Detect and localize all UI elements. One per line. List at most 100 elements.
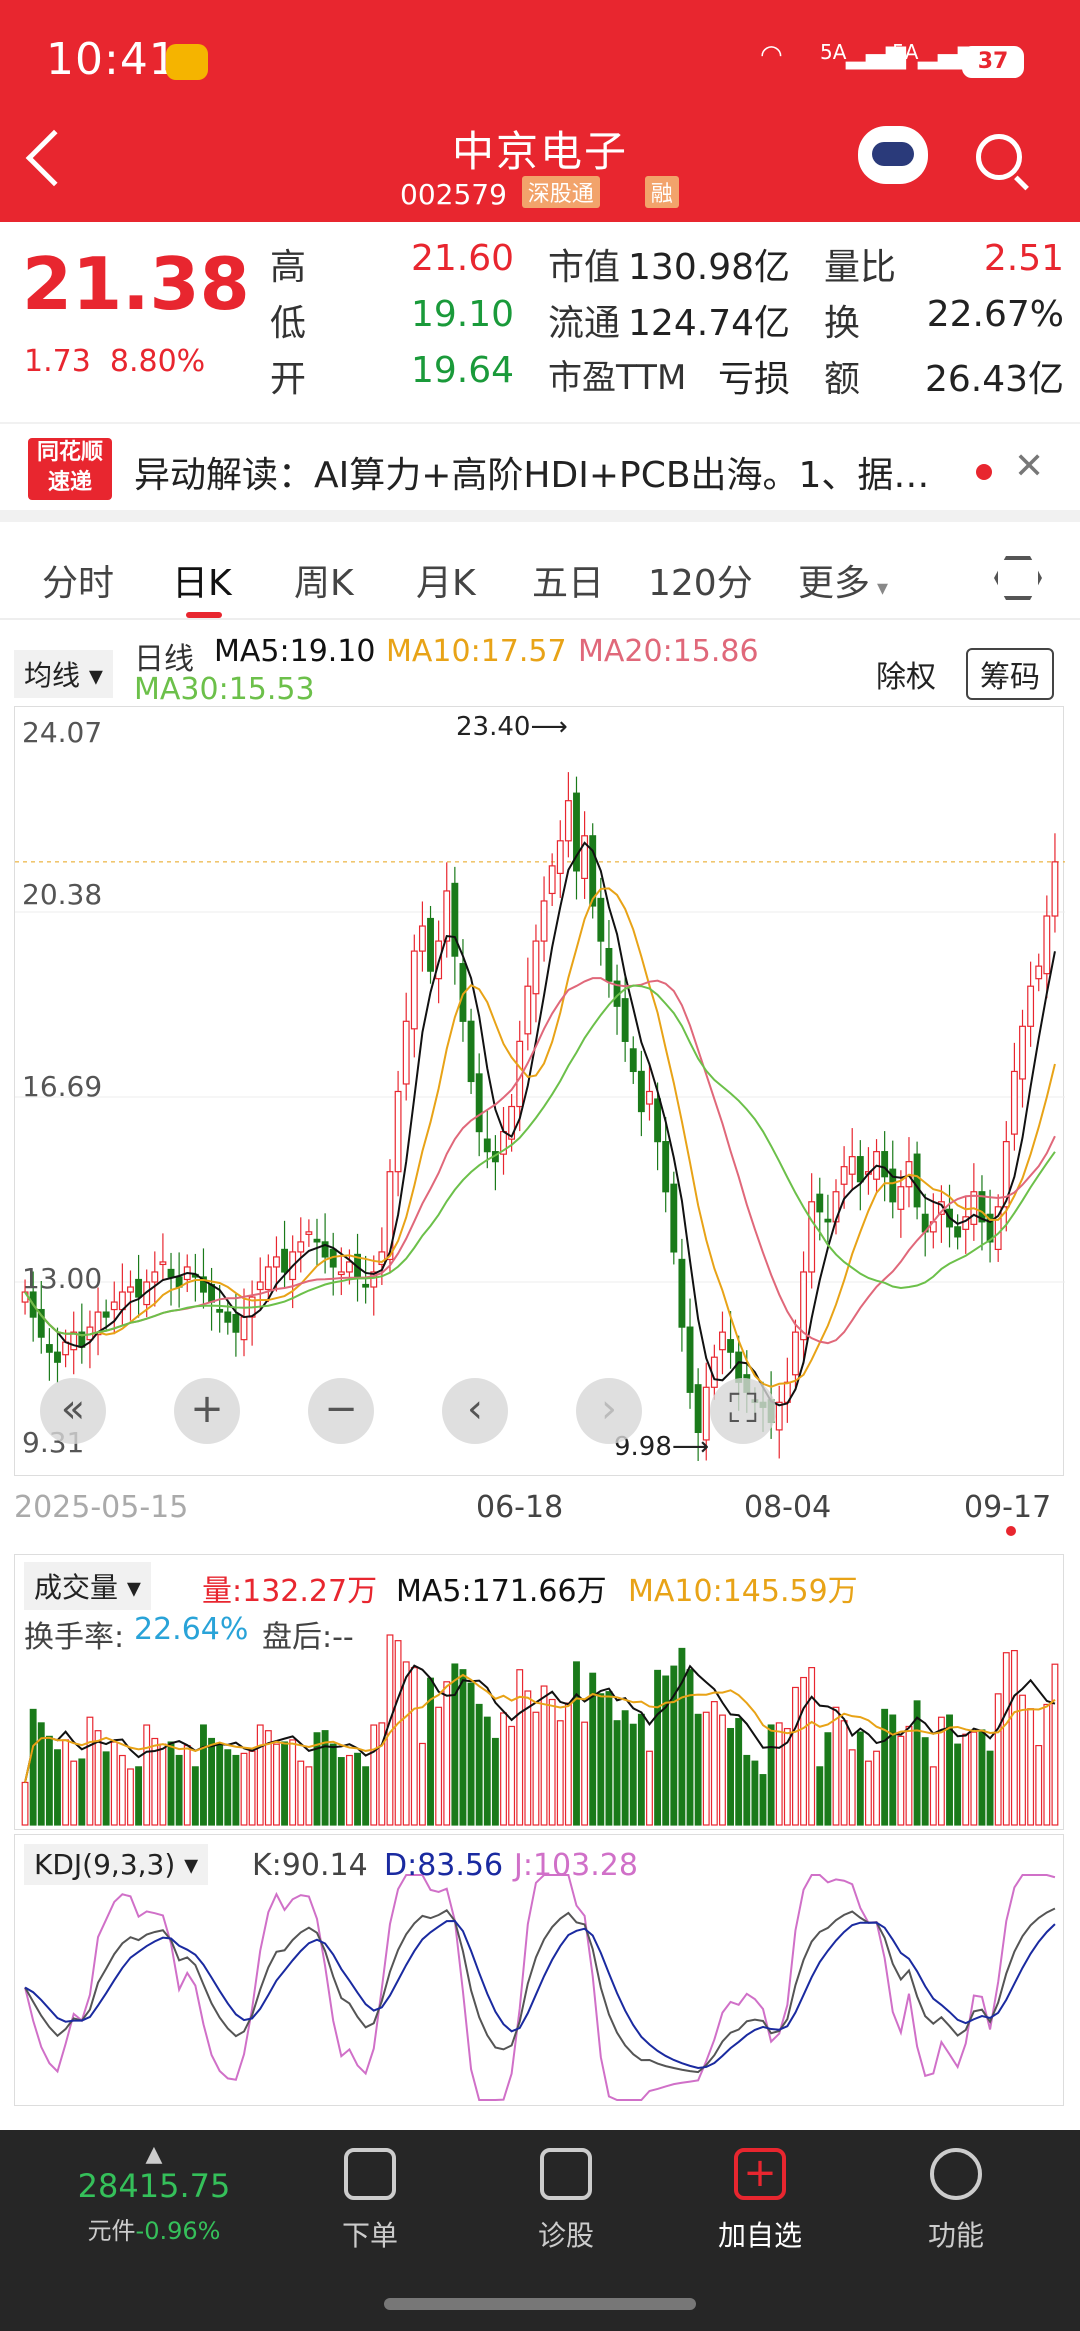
volume-bar-down — [986, 1750, 994, 1826]
volume-bar-down — [694, 1713, 702, 1826]
tab-monthly-k[interactable]: 月K — [416, 554, 476, 606]
mcap-value: 130.98亿 — [628, 247, 790, 288]
index-widget[interactable]: ▲ 28415.75 元件-0.96% — [54, 2142, 254, 2246]
volume-bar-down — [216, 1743, 224, 1826]
scroll-left-icon[interactable]: ‹ — [442, 1378, 508, 1444]
candle-down — [913, 1153, 921, 1208]
candle-up — [151, 1271, 159, 1283]
volume-bar-up — [1010, 1649, 1018, 1826]
nav-order[interactable]: 下单 — [310, 2148, 430, 2254]
candle-down — [54, 1351, 61, 1363]
volume-bar-down — [475, 1703, 483, 1826]
tag-shenzhen-connect: 深股通 — [521, 176, 600, 208]
volume-bar-up — [1035, 1744, 1043, 1826]
fullscreen-icon[interactable]: ⛶ — [710, 1378, 776, 1444]
volume-bar-down — [483, 1716, 491, 1826]
search-icon[interactable] — [976, 134, 1022, 180]
ma10-line — [24, 887, 1056, 1388]
volume-bar-down — [362, 1766, 370, 1826]
nav-diagnose[interactable]: 诊股 — [506, 2148, 626, 2254]
assistant-robot-icon[interactable] — [858, 126, 928, 184]
kdj-selector-label: KDJ(9,3,3) — [34, 1848, 176, 1881]
volume-bar-up — [248, 1750, 256, 1826]
volume-bar-up — [540, 1685, 548, 1826]
tab-weekly-k[interactable]: 周K — [294, 554, 354, 606]
volume-bar-up — [443, 1681, 451, 1826]
y-tick-label: 16.69 — [22, 1070, 103, 1103]
news-text[interactable]: 异动解读：AI算力+高阶HDI+PCB出海。1、据… — [134, 446, 929, 498]
nav-functions[interactable]: 功能 — [896, 2148, 1016, 2254]
tab-120min[interactable]: 120分 — [648, 554, 753, 606]
candle-down — [654, 1098, 662, 1143]
ma5-line — [24, 841, 1056, 1407]
volume-bar-up — [792, 1686, 799, 1826]
volume-bar-up — [62, 1739, 70, 1826]
chips-button[interactable]: 筹码 — [966, 648, 1054, 700]
volume-bar-down — [451, 1663, 459, 1826]
volume-bar-up — [500, 1712, 507, 1826]
ma-selector[interactable]: 均线 ▾ — [14, 650, 113, 698]
kline-chart[interactable] — [14, 706, 1065, 1476]
volume-bar-up — [70, 1760, 78, 1826]
volume-bar-up — [21, 1781, 29, 1826]
logo-line-1: 同花顺 — [36, 440, 103, 465]
current-date-dot — [1006, 1526, 1016, 1536]
candle-down — [281, 1248, 288, 1273]
volume-bar-up — [345, 1754, 353, 1826]
volume-ma10: MA10:145.59万 — [628, 1574, 858, 1609]
volume-bar-up — [256, 1724, 264, 1826]
settings-hex-icon[interactable] — [994, 556, 1042, 600]
volume-bar-down — [175, 1754, 183, 1826]
kdj-j-value: J:103.28 — [514, 1848, 638, 1883]
rewind-fast-icon[interactable]: « — [40, 1378, 106, 1444]
candle-down — [362, 1283, 370, 1288]
current-price: 21.38 — [22, 242, 250, 326]
volume-bar-down — [224, 1749, 232, 1826]
high-label: 高 — [270, 247, 307, 288]
volume-ratio-value: 2.51 — [983, 238, 1064, 279]
tab-daily-k[interactable]: 日K — [172, 554, 232, 606]
ma-selector-label: 均线 — [24, 659, 81, 692]
candle-up — [792, 1331, 799, 1376]
volume-bar-up — [719, 1714, 726, 1826]
ex-rights-toggle[interactable]: 除权 — [876, 652, 936, 696]
news-banner[interactable]: 同花顺 速递 异动解读：AI算力+高阶HDI+PCB出海。1、据… ✕ — [0, 422, 1080, 522]
volume-bar-up — [508, 1725, 516, 1826]
volume-bar-up — [110, 1741, 118, 1826]
tag-margin: 融 — [644, 176, 679, 208]
volume-bar-up — [840, 1720, 848, 1826]
kdj-d-value: D:83.56 — [384, 1848, 504, 1883]
volume-selector[interactable]: 成交量 ▾ — [24, 1562, 151, 1610]
scroll-right-icon[interactable]: › — [576, 1378, 642, 1444]
zoom-in-icon[interactable]: + — [174, 1378, 240, 1444]
volume-bar-up — [710, 1701, 718, 1826]
volume-ma5: MA5:171.66万 — [396, 1574, 607, 1609]
candle-up — [848, 1156, 856, 1175]
volume-bar-down — [45, 1735, 53, 1826]
candle-up — [443, 890, 451, 942]
close-icon[interactable]: ✕ — [1014, 446, 1044, 487]
candle-up — [273, 1256, 280, 1268]
volume-bar-down — [459, 1669, 467, 1826]
menu-circle-icon — [930, 2148, 982, 2200]
float-label: 流通 — [548, 303, 621, 344]
volume-bar-up — [516, 1669, 524, 1826]
volume-bar-down — [629, 1723, 637, 1826]
status-time: 10:41 — [46, 34, 178, 85]
volume-bar-down — [751, 1760, 759, 1826]
volume-bar-up — [1051, 1663, 1059, 1826]
tab-more[interactable]: 更多 ▾ — [798, 554, 888, 606]
nav-add-watchlist[interactable]: + 加自选 — [700, 2148, 820, 2254]
quote-panel: 21.38 1.73 8.80% 高 低 开 21.60 19.10 19.64… — [0, 222, 1080, 422]
candle-down — [621, 998, 629, 1042]
kdj-selector[interactable]: KDJ(9,3,3) ▾ — [24, 1844, 209, 1885]
volume-bar-down — [200, 1724, 207, 1826]
tab-five-day[interactable]: 五日 — [532, 554, 604, 606]
open-value: 19.64 — [410, 350, 514, 391]
tab-intraday[interactable]: 分时 — [42, 554, 114, 606]
volume-bar-down — [670, 1665, 678, 1826]
zoom-out-icon[interactable]: − — [308, 1378, 374, 1444]
volume-bar-up — [524, 1690, 532, 1826]
volume-bar-down — [759, 1774, 767, 1826]
volume-bar-down — [321, 1730, 329, 1826]
